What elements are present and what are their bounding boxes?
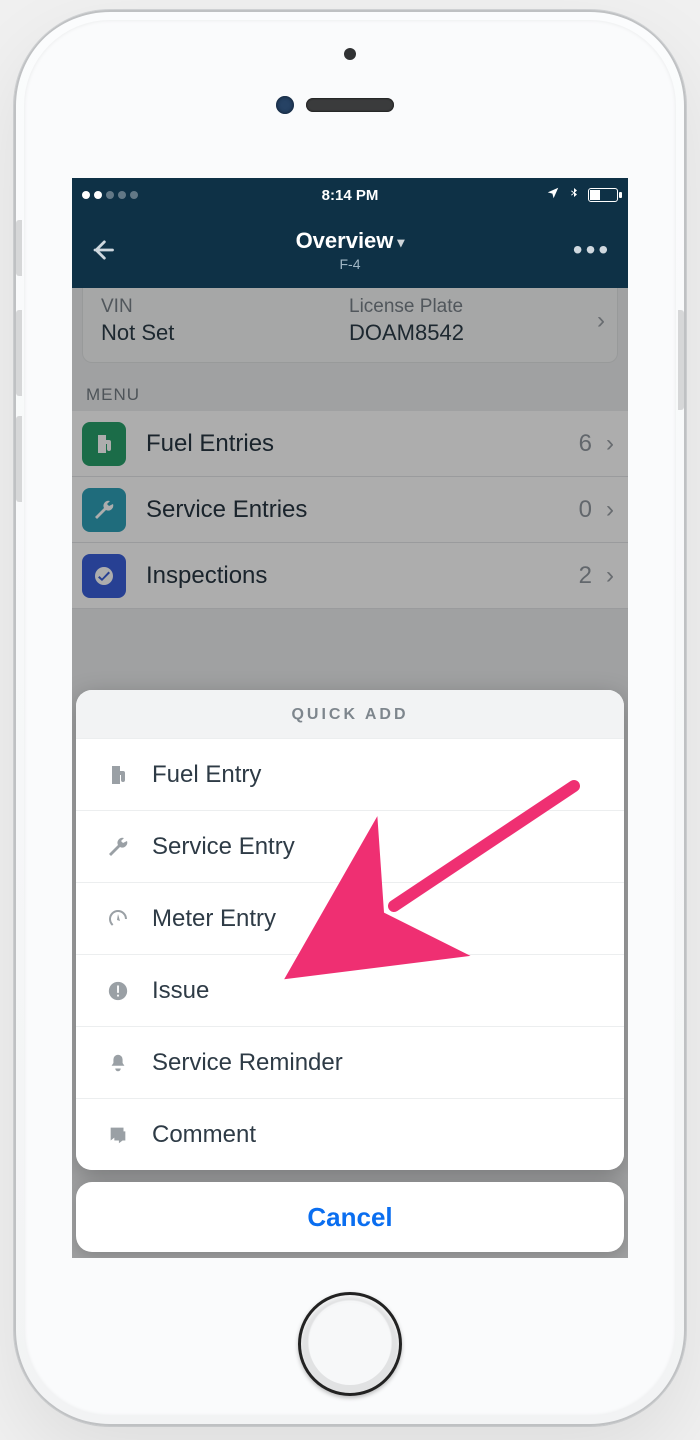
volume-down <box>16 416 22 502</box>
phone-frame: 8:14 PM Overview▾ F-4 •• <box>14 10 686 1426</box>
arrow-left-icon <box>88 236 116 264</box>
cancel-label: Cancel <box>307 1202 392 1233</box>
status-bar: 8:14 PM <box>72 178 628 212</box>
bluetooth-icon <box>568 185 580 205</box>
quickadd-label: Comment <box>152 1121 256 1149</box>
cancel-button[interactable]: Cancel <box>76 1182 624 1252</box>
page-title[interactable]: Overview▾ <box>72 228 628 254</box>
signal-dots-icon <box>82 191 138 199</box>
page-title-label: Overview <box>296 228 394 253</box>
battery-icon <box>588 188 618 202</box>
action-sheet: QUICK ADD Fuel Entry Service Entry <box>72 690 628 1258</box>
mute-switch <box>16 220 22 276</box>
comment-icon <box>98 1124 138 1146</box>
quickadd-label: Service Reminder <box>152 1049 343 1077</box>
more-button[interactable]: ••• <box>564 212 620 288</box>
alert-circle-icon <box>98 980 138 1002</box>
quickadd-service-entry[interactable]: Service Entry <box>76 810 624 882</box>
quickadd-label: Issue <box>152 977 209 1005</box>
fuel-pump-icon <box>98 763 138 787</box>
quickadd-issue[interactable]: Issue <box>76 954 624 1026</box>
quickadd-comment[interactable]: Comment <box>76 1098 624 1170</box>
chevron-down-icon: ▾ <box>393 234 404 250</box>
wrench-icon <box>98 835 138 859</box>
quickadd-label: Meter Entry <box>152 905 276 933</box>
quickadd-label: Service Entry <box>152 833 295 861</box>
location-icon <box>546 186 560 204</box>
action-sheet-title: QUICK ADD <box>76 690 624 738</box>
volume-up <box>16 310 22 396</box>
quickadd-meter-entry[interactable]: Meter Entry <box>76 882 624 954</box>
power-button <box>678 310 684 410</box>
page-subtitle: F-4 <box>72 256 628 272</box>
gauge-icon <box>98 907 138 931</box>
front-camera <box>276 96 294 114</box>
quickadd-label: Fuel Entry <box>152 761 261 789</box>
top-sensor <box>344 48 356 60</box>
quickadd-service-reminder[interactable]: Service Reminder <box>76 1026 624 1098</box>
earpiece <box>306 98 394 112</box>
nav-bar: Overview▾ F-4 ••• <box>72 212 628 288</box>
quickadd-fuel-entry[interactable]: Fuel Entry <box>76 738 624 810</box>
status-time: 8:14 PM <box>72 187 628 204</box>
screen: 8:14 PM Overview▾ F-4 •• <box>72 178 628 1258</box>
back-button[interactable] <box>72 236 132 264</box>
home-button[interactable] <box>298 1292 402 1396</box>
bell-icon <box>98 1052 138 1074</box>
